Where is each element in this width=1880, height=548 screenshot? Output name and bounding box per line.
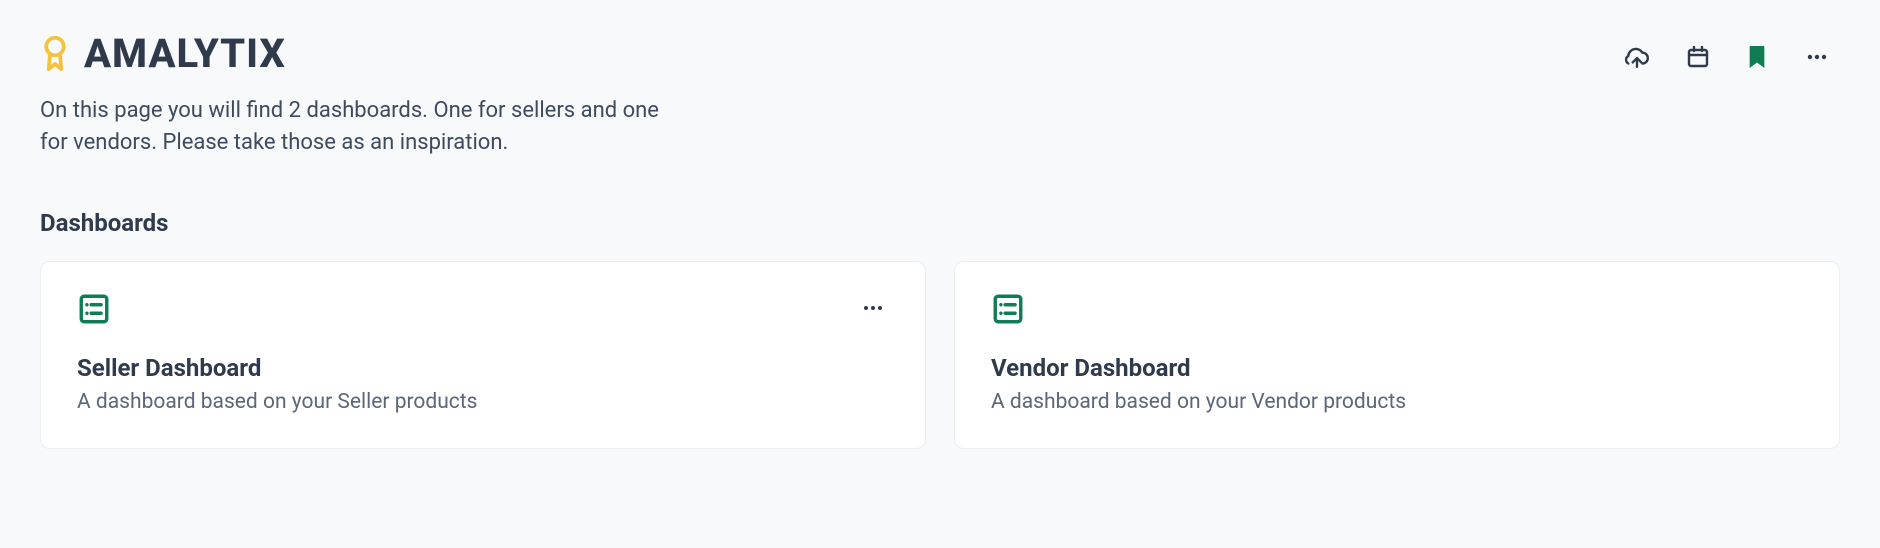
card-description: A dashboard based on your Seller product… bbox=[77, 390, 889, 414]
brand: AMALYTIX bbox=[40, 30, 286, 77]
page-header: AMALYTIX bbox=[40, 30, 1840, 77]
more-horizontal-icon[interactable] bbox=[1804, 45, 1830, 69]
card-topbar bbox=[77, 292, 889, 330]
dashboard-card-vendor[interactable]: Vendor Dashboard A dashboard based on yo… bbox=[954, 261, 1840, 449]
brand-title: AMALYTIX bbox=[84, 30, 286, 77]
dashboard-icon bbox=[77, 292, 111, 330]
dashboards-grid: Seller Dashboard A dashboard based on yo… bbox=[40, 261, 1840, 449]
card-description: A dashboard based on your Vendor product… bbox=[991, 390, 1803, 414]
card-more-icon[interactable] bbox=[857, 292, 889, 328]
bookmark-icon[interactable] bbox=[1746, 44, 1768, 70]
card-title: Seller Dashboard bbox=[77, 354, 889, 382]
award-icon bbox=[40, 34, 70, 74]
calendar-icon[interactable] bbox=[1686, 45, 1710, 69]
header-actions bbox=[1624, 30, 1840, 70]
dashboard-card-seller[interactable]: Seller Dashboard A dashboard based on yo… bbox=[40, 261, 926, 449]
card-topbar bbox=[991, 292, 1803, 330]
dashboard-icon bbox=[991, 292, 1025, 330]
dashboards-section-title: Dashboards bbox=[40, 209, 1840, 237]
card-title: Vendor Dashboard bbox=[991, 354, 1803, 382]
page-subtitle: On this page you will find 2 dashboards.… bbox=[40, 95, 660, 159]
cloud-upload-icon[interactable] bbox=[1624, 44, 1650, 70]
